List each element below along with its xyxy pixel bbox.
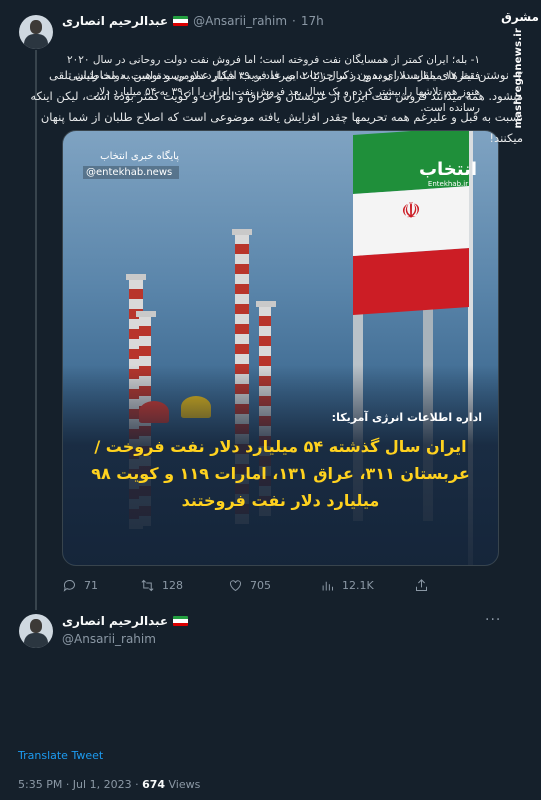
avatar[interactable] xyxy=(19,15,53,49)
image-headline: ایران سال گذشته ۵۴ میلیارد دلار نفت فروخ… xyxy=(91,437,470,510)
timestamp[interactable]: 17h xyxy=(301,14,324,28)
display-name[interactable]: عبدالرحیم انصاری xyxy=(62,14,168,28)
iran-flag-image: ☫ xyxy=(353,131,469,316)
more-icon[interactable]: ··· xyxy=(485,612,501,628)
brand-title: پایگاه خبری انتخاب xyxy=(100,151,179,162)
views-icon xyxy=(322,581,333,591)
translate-tweet-link[interactable]: Translate Tweet xyxy=(18,749,103,762)
handle[interactable]: @Ansarii_rahim xyxy=(62,632,156,646)
tweet-2-text: ۲- نوشتن تیترهای مقایسه ای بدون ذکر جزئی… xyxy=(30,68,523,145)
like-icon xyxy=(230,580,241,592)
views-count: 12.1K xyxy=(342,579,374,592)
retweet-count: 128 xyxy=(162,579,183,592)
entekhab-logo: انتخاب Entekhab.ir xyxy=(418,159,478,188)
views-button[interactable]: 12.1K xyxy=(320,578,374,593)
tweet-thread: مشرق mashreghnews.ir عبدالرحیم انصاری @A… xyxy=(0,0,541,800)
brand-handle: @entekhab.news xyxy=(83,166,179,179)
reply-button[interactable]: 71 xyxy=(62,578,98,593)
tweet-2-meta: 5:35 PM · Jul 1, 2023 · 674 Views xyxy=(18,778,200,791)
retweet-button[interactable]: 128 xyxy=(140,578,183,593)
tweet-2-handle-row: @Ansarii_rahim xyxy=(62,632,156,646)
tweet-1-image[interactable]: ☫ پایگاه خبری انتخاب @entekhab.news انتخ… xyxy=(62,130,499,566)
entekhab-brand: پایگاه خبری انتخاب @entekhab.news xyxy=(83,151,179,179)
display-name[interactable]: عبدالرحیم انصاری xyxy=(62,614,168,628)
tweet-actions: 71 128 705 12.1K xyxy=(62,578,499,596)
avatar[interactable] xyxy=(19,614,53,648)
retweet-icon xyxy=(141,579,154,592)
views-label: Views xyxy=(165,778,201,791)
timestamp[interactable]: 5:35 PM · Jul 1, 2023 · xyxy=(18,778,142,791)
iran-flag-icon xyxy=(173,16,189,26)
like-button[interactable]: 705 xyxy=(228,578,271,593)
like-count: 705 xyxy=(250,579,271,592)
share-icon xyxy=(416,579,427,591)
handle[interactable]: @Ansarii_rahim xyxy=(193,14,287,28)
reply-count: 71 xyxy=(84,579,98,592)
iran-flag-icon xyxy=(173,616,189,626)
tweet-1-header: عبدالرحیم انصاری @Ansarii_rahim · 17h xyxy=(62,14,324,28)
logo-text: انتخاب xyxy=(418,159,478,180)
logo-sub: Entekhab.ir xyxy=(427,180,469,188)
views-count: 674 xyxy=(142,778,166,791)
share-button[interactable] xyxy=(414,578,429,593)
tweet-2-header: عبدالرحیم انصاری xyxy=(62,614,189,628)
image-source-label: اداره اطلاعات انرژی آمریکا: xyxy=(331,411,482,424)
reply-icon xyxy=(63,580,75,592)
